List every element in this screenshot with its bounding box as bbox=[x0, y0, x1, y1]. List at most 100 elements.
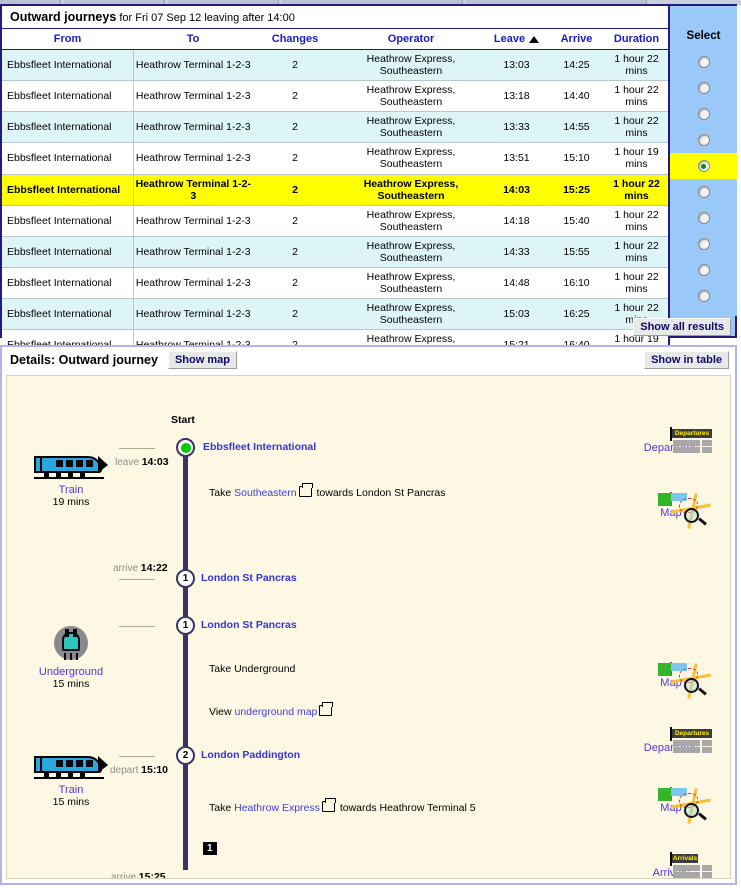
table-row[interactable]: Ebbsfleet InternationalHeathrow Terminal… bbox=[2, 174, 668, 206]
map-magnifier-icon bbox=[658, 787, 711, 824]
table-header-row: From To Changes Operator Leave Arrive Du… bbox=[2, 29, 668, 50]
column-header-to[interactable]: To bbox=[133, 29, 253, 50]
column-header-arrive[interactable]: Arrive bbox=[548, 29, 605, 50]
table-row[interactable]: Ebbsfleet InternationalHeathrow Terminal… bbox=[2, 49, 668, 82]
action-departures-0[interactable]: Departures Departures bbox=[627, 427, 715, 454]
table-row[interactable]: Ebbsfleet InternationalHeathrow Terminal… bbox=[2, 111, 668, 144]
column-header-leave[interactable]: Leave bbox=[485, 29, 548, 50]
leg3-suffix: towards Heathrow Terminal 5 bbox=[336, 802, 476, 814]
table-row[interactable]: Ebbsfleet InternationalHeathrow Terminal… bbox=[2, 236, 668, 268]
journey-operator: Heathrow Express, Southeastern bbox=[337, 111, 485, 144]
show-in-table-button[interactable]: Show in table bbox=[644, 351, 729, 369]
select-row[interactable] bbox=[670, 153, 737, 179]
interchange-marker-1: 1 bbox=[182, 573, 189, 584]
journey-leave: 14:48 bbox=[485, 267, 548, 300]
column-header-from[interactable]: From bbox=[2, 29, 133, 50]
select-row[interactable] bbox=[670, 101, 737, 127]
select-journey-radio[interactable] bbox=[697, 108, 710, 120]
leg1-suffix: towards London St Pancras bbox=[313, 487, 446, 499]
select-row[interactable] bbox=[670, 257, 737, 283]
select-column: Select bbox=[670, 6, 737, 316]
journey-changes: 2 bbox=[253, 267, 337, 300]
journey-leave: 13:51 bbox=[485, 142, 548, 175]
interchange-marker-1b: 1 bbox=[182, 620, 189, 631]
stop-link-london-st-pancras-arrive[interactable]: London St Pancras bbox=[201, 572, 297, 584]
column-header-operator[interactable]: Operator bbox=[337, 29, 485, 50]
leg1-instruction: Take Southeastern towards London St Panc… bbox=[209, 483, 446, 499]
external-window-icon[interactable] bbox=[298, 483, 313, 497]
leg3-operator-link[interactable]: Heathrow Express bbox=[234, 802, 320, 814]
select-row[interactable] bbox=[670, 127, 737, 153]
show-all-results-button[interactable]: Show all results bbox=[633, 318, 731, 336]
stop-link-ebbsfleet-international[interactable]: Ebbsfleet International bbox=[203, 441, 316, 453]
mode-underground: Underground 15 mins bbox=[11, 626, 131, 690]
journey-leave: 13:18 bbox=[485, 80, 548, 113]
journey-operator: Heathrow Express, Southeastern bbox=[337, 80, 485, 113]
journeys-table: From To Changes Operator Leave Arrive Du… bbox=[2, 29, 668, 362]
table-row[interactable]: Ebbsfleet InternationalHeathrow Terminal… bbox=[2, 142, 668, 175]
stop-link-london-paddington[interactable]: London Paddington bbox=[201, 749, 300, 761]
select-journey-radio[interactable] bbox=[697, 82, 710, 94]
stpancras-arrive-tick bbox=[119, 579, 155, 580]
action-arrivals-5[interactable]: Arrivals Arrivals bbox=[627, 852, 715, 878]
select-journey-radio[interactable] bbox=[697, 134, 710, 146]
journey-arrive: 16:10 bbox=[548, 267, 605, 300]
sort-ascending-icon bbox=[529, 35, 540, 43]
journey-operator: Heathrow Express, Southeastern bbox=[337, 267, 485, 300]
journey-changes: 2 bbox=[253, 236, 337, 268]
journey-arrive: 15:55 bbox=[548, 236, 605, 268]
action-map-2[interactable]: Map bbox=[627, 662, 715, 699]
journey-duration: 1 hour 22 mins bbox=[605, 267, 668, 300]
results-title: Outward journeys bbox=[10, 10, 117, 24]
journey-arrive: 15:25 bbox=[548, 174, 605, 206]
external-window-icon-3[interactable] bbox=[321, 798, 336, 812]
select-journey-radio[interactable] bbox=[697, 56, 710, 68]
select-journey-radio[interactable] bbox=[697, 212, 710, 224]
stop-link-london-st-pancras-depart[interactable]: London St Pancras bbox=[201, 619, 297, 631]
journey-changes: 2 bbox=[253, 205, 337, 237]
map-magnifier-icon bbox=[658, 492, 711, 529]
column-header-select: Select bbox=[686, 30, 721, 42]
action-departures-3[interactable]: Departures Departures bbox=[627, 727, 715, 754]
underground-icon bbox=[51, 626, 91, 664]
select-journey-radio[interactable] bbox=[697, 238, 710, 250]
show-map-button[interactable]: Show map bbox=[167, 351, 237, 369]
leg1-operator-link[interactable]: Southeastern bbox=[234, 487, 296, 499]
journey-timeline: Start leave 14:03 Ebbsfleet Internationa… bbox=[6, 375, 731, 879]
journeys-table-body: Ebbsfleet International Heathrow Terminal… bbox=[2, 49, 668, 362]
journey-duration: 1 hour 22 mins bbox=[605, 111, 668, 144]
interchange-node-1-depart: 1 bbox=[176, 616, 195, 635]
select-journey-radio[interactable] bbox=[697, 160, 710, 172]
select-row[interactable] bbox=[670, 179, 737, 205]
start-label: Start bbox=[171, 414, 195, 426]
details-title: Details: Outward journey bbox=[10, 353, 158, 367]
select-journey-radio[interactable] bbox=[697, 264, 710, 276]
select-row[interactable] bbox=[670, 205, 737, 231]
action-map-1[interactable]: Map bbox=[627, 492, 715, 529]
journey-to: Heathrow Terminal 1-2-3 bbox=[133, 267, 253, 300]
map-magnifier-icon bbox=[658, 662, 711, 699]
table-row[interactable]: Ebbsfleet InternationalHeathrow Terminal… bbox=[2, 205, 668, 237]
mode-train-1-duration: 19 mins bbox=[52, 496, 90, 508]
select-journey-radio[interactable] bbox=[697, 186, 710, 198]
action-map-4[interactable]: Map bbox=[627, 787, 715, 824]
select-row[interactable] bbox=[670, 75, 737, 101]
column-header-duration[interactable]: Duration bbox=[605, 29, 668, 50]
journey-duration: 1 hour 19 mins bbox=[605, 142, 668, 175]
select-journey-radio[interactable] bbox=[697, 290, 710, 302]
external-window-icon-2[interactable] bbox=[319, 702, 334, 716]
stpancras-arrive-value: 14:22 bbox=[140, 562, 168, 574]
select-row[interactable] bbox=[670, 49, 737, 75]
select-row[interactable] bbox=[670, 231, 737, 257]
table-row[interactable]: Ebbsfleet InternationalHeathrow Terminal… bbox=[2, 80, 668, 113]
column-header-changes[interactable]: Changes bbox=[253, 29, 337, 50]
select-row[interactable] bbox=[670, 283, 737, 309]
leg2-instruction: Take Underground bbox=[209, 663, 296, 675]
table-row[interactable]: Ebbsfleet InternationalHeathrow Terminal… bbox=[2, 267, 668, 300]
platform-badge: 1 bbox=[203, 842, 217, 855]
train-icon-2 bbox=[34, 754, 108, 782]
journey-from: Ebbsfleet International bbox=[2, 174, 134, 206]
details-header: Details: Outward journey Show map Show i… bbox=[2, 347, 735, 373]
underground-map-link[interactable]: underground map bbox=[235, 706, 318, 718]
results-table-container: Outward journeys for Fri 07 Sep 12 leavi… bbox=[2, 6, 670, 364]
